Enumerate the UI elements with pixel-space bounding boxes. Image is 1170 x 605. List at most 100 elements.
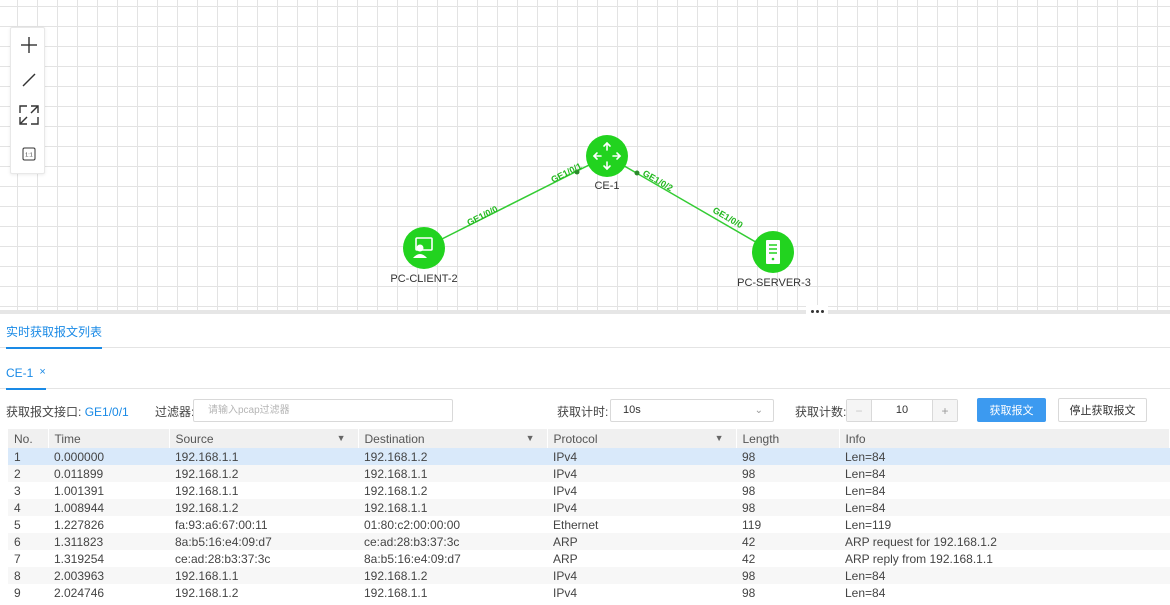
column-header-no[interactable]: No. xyxy=(8,429,49,448)
table-row[interactable]: 9 2.024746 192.168.1.2 192.168.1.1 IPv4 98 Len… xyxy=(8,584,1170,601)
cell-source: 192.168.1.1 xyxy=(169,482,358,499)
router-icon[interactable] xyxy=(586,135,628,177)
cell-source: 192.168.1.2 xyxy=(169,465,358,482)
port-dot xyxy=(634,170,640,176)
cell-length: 42 xyxy=(736,550,839,567)
cell-time: 2.003963 xyxy=(48,567,169,584)
cell-destination: 192.168.1.2 xyxy=(358,482,547,499)
cell-protocol: ARP xyxy=(547,533,736,550)
table-row[interactable]: 7 1.319254 ce:ad:28:b3:37:3c 8a:b5:16:e4:09… xyxy=(8,550,1170,567)
cell-info: Len=84 xyxy=(839,499,1170,516)
line-icon[interactable] xyxy=(11,64,46,96)
interface-control: 获取报文接口: GE1/0/1 xyxy=(6,403,129,420)
column-header-source[interactable]: Source ▼ xyxy=(169,429,359,448)
column-header-protocol[interactable]: Protocol ▼ xyxy=(547,429,737,448)
cell-destination: 192.168.1.2 xyxy=(358,448,547,465)
table-row[interactable]: 3 1.001391 192.168.1.1 192.168.1.2 IPv4 98 Len… xyxy=(8,482,1170,499)
cell-time: 0.000000 xyxy=(48,448,169,465)
filter-label: 过滤器: xyxy=(155,405,195,419)
cell-protocol: IPv4 xyxy=(547,584,736,601)
timer-select[interactable]: 10s ⌄ xyxy=(610,399,774,422)
column-header-length[interactable]: Length xyxy=(736,429,840,448)
device-label-ce1: CE-1 xyxy=(594,180,620,192)
cell-info: Len=84 xyxy=(839,482,1170,499)
cell-length: 98 xyxy=(736,567,839,584)
column-header-info[interactable]: Info xyxy=(839,429,1170,448)
filter-dropdown-icon[interactable]: ▼ xyxy=(526,433,535,443)
cell-info: ARP request for 192.168.1.2 xyxy=(839,533,1170,550)
cell-source: ce:ad:28:b3:37:3c xyxy=(169,550,358,567)
cell-protocol: IPv4 xyxy=(547,448,736,465)
column-header-destination[interactable]: Destination ▼ xyxy=(358,429,548,448)
cell-protocol: IPv4 xyxy=(547,465,736,482)
table-row[interactable]: 6 1.311823 8a:b5:16:e4:09:d7 ce:ad:28:b3:37… xyxy=(8,533,1170,550)
cell-info: Len=84 xyxy=(839,465,1170,482)
table-row[interactable]: 5 1.227826 fa:93:a6:67:00:11 01:80:c2:00:00… xyxy=(8,516,1170,533)
port-label: GE1/0/2 xyxy=(641,168,675,193)
cell-info: Len=84 xyxy=(839,448,1170,465)
fit-screen-icon[interactable] xyxy=(11,99,46,131)
cell-length: 98 xyxy=(736,448,839,465)
port-label: GE1/0/0 xyxy=(465,204,499,228)
interface-value[interactable]: GE1/0/1 xyxy=(85,405,129,419)
table-row[interactable]: 1 0.000000 192.168.1.1 192.168.1.2 IPv4 98 Len… xyxy=(8,448,1170,465)
topology-diagram: GE1/0/0 GE1/0/1 GE1/0/2 GE1/0/0 xyxy=(403,135,794,273)
column-header-label: Protocol xyxy=(553,431,598,446)
cell-destination: 192.168.1.2 xyxy=(358,567,547,584)
column-header-time[interactable]: Time xyxy=(48,429,170,448)
count-stepper: − 10 + xyxy=(846,399,958,422)
cell-time: 0.011899 xyxy=(48,465,169,482)
cell-no: 7 xyxy=(8,550,48,567)
cell-length: 119 xyxy=(736,516,839,533)
cell-destination: 192.168.1.1 xyxy=(358,499,547,516)
increment-button[interactable]: + xyxy=(932,400,957,421)
device-label-client: PC-CLIENT-2 xyxy=(390,273,458,285)
cell-length: 98 xyxy=(736,584,839,601)
tab-device-ce1[interactable]: CE-1 × xyxy=(6,366,46,390)
cell-destination: ce:ad:28:b3:37:3c xyxy=(358,533,547,550)
canvas-toolbar: 1:1 xyxy=(10,27,45,174)
cell-length: 42 xyxy=(736,533,839,550)
table-row[interactable]: 8 2.003963 192.168.1.1 192.168.1.2 IPv4 98 Len… xyxy=(8,567,1170,584)
filter-dropdown-icon[interactable]: ▼ xyxy=(715,433,724,443)
cell-protocol: Ethernet xyxy=(547,516,736,533)
interface-label: 获取报文接口: xyxy=(6,405,82,419)
filter-input[interactable]: 请输入pcap过滤器 xyxy=(193,399,453,422)
packet-table: No. Time Source ▼ Destination ▼ Protocol ▼ … xyxy=(8,429,1170,601)
cell-destination: 192.168.1.1 xyxy=(358,465,547,482)
close-icon[interactable]: × xyxy=(39,366,45,380)
cell-no: 1 xyxy=(8,448,48,465)
link-ce1-server[interactable] xyxy=(606,155,774,253)
capture-button[interactable]: 获取报文 xyxy=(977,398,1046,422)
cell-time: 1.001391 xyxy=(48,482,169,499)
cell-source: 192.168.1.1 xyxy=(169,448,358,465)
cell-time: 1.311823 xyxy=(48,533,169,550)
cell-no: 8 xyxy=(8,567,48,584)
cell-source: 8a:b5:16:e4:09:d7 xyxy=(169,533,358,550)
column-header-label: Source xyxy=(175,431,214,446)
cell-protocol: ARP xyxy=(547,550,736,567)
decrement-button[interactable]: − xyxy=(847,400,872,421)
cell-time: 1.227826 xyxy=(48,516,169,533)
cell-source: 192.168.1.1 xyxy=(169,567,358,584)
client-pc-icon[interactable] xyxy=(403,227,445,269)
table-row[interactable]: 2 0.011899 192.168.1.2 192.168.1.1 IPv4 98 Len… xyxy=(8,465,1170,482)
ratio-icon[interactable]: 1:1 xyxy=(11,138,46,170)
cell-no: 2 xyxy=(8,465,48,482)
tab-capture-list[interactable]: 实时获取报文列表 xyxy=(6,323,102,349)
cell-no: 5 xyxy=(8,516,48,533)
topology-canvas[interactable]: GE1/0/0 GE1/0/1 GE1/0/2 GE1/0/0 CE-1 PC-… xyxy=(0,0,1170,312)
cell-info: Len=119 xyxy=(839,516,1170,533)
table-row[interactable]: 4 1.008944 192.168.1.2 192.168.1.1 IPv4 98 Len… xyxy=(8,499,1170,516)
filter-dropdown-icon[interactable]: ▼ xyxy=(337,433,346,443)
cell-protocol: IPv4 xyxy=(547,499,736,516)
count-value[interactable]: 10 xyxy=(872,400,932,421)
stop-capture-button[interactable]: 停止获取报文 xyxy=(1058,398,1147,422)
device-label-server: PC-SERVER-3 xyxy=(737,277,811,289)
cell-info: Len=84 xyxy=(839,567,1170,584)
table-header: No. Time Source ▼ Destination ▼ Protocol ▼ … xyxy=(8,429,1170,448)
cell-source: 192.168.1.2 xyxy=(169,584,358,601)
server-icon[interactable] xyxy=(752,231,794,273)
add-icon[interactable] xyxy=(11,29,46,61)
chevron-down-icon: ⌄ xyxy=(754,405,763,416)
